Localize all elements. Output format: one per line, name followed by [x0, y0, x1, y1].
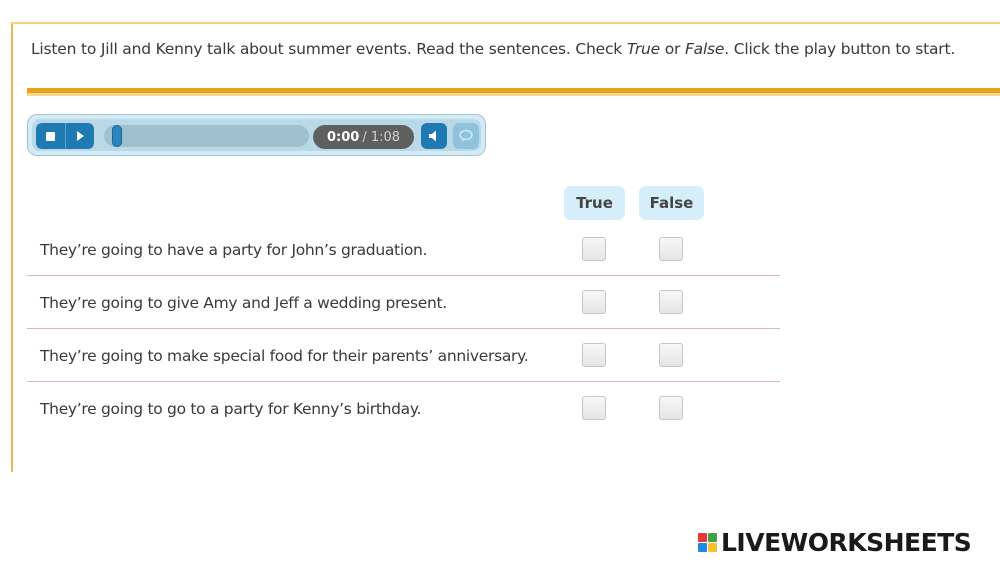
- true-checkbox[interactable]: [582, 396, 606, 420]
- statement-text: They’re going to give Amy and Jeff a wed…: [40, 294, 447, 312]
- logo-icon: [698, 533, 717, 552]
- volume-icon: [429, 130, 436, 142]
- instructions-text: Listen to Jill and Kenny talk about summ…: [31, 40, 956, 58]
- logo-text: LIVEWORKSHEETS: [721, 528, 972, 557]
- captions-button[interactable]: [453, 123, 479, 149]
- play-icon: [77, 131, 85, 141]
- liveworksheets-logo: LIVEWORKSHEETS: [698, 528, 972, 557]
- left-frame-border: [11, 22, 13, 472]
- audio-player: 0:00 / 1:08: [27, 114, 486, 156]
- statement-row: They’re going to make special food for t…: [27, 330, 780, 382]
- false-checkbox[interactable]: [659, 237, 683, 261]
- duration: / 1:08: [362, 129, 401, 145]
- top-frame-border: [11, 22, 1000, 24]
- time-display: 0:00 / 1:08: [313, 125, 414, 149]
- play-button[interactable]: [64, 123, 95, 149]
- playback-buttons: [36, 123, 94, 149]
- false-checkbox[interactable]: [659, 290, 683, 314]
- statement-row: They’re going to give Amy and Jeff a wed…: [27, 277, 780, 329]
- column-header-true: True: [564, 186, 625, 220]
- true-checkbox[interactable]: [582, 343, 606, 367]
- true-checkbox[interactable]: [582, 290, 606, 314]
- true-checkbox[interactable]: [582, 237, 606, 261]
- false-checkbox[interactable]: [659, 343, 683, 367]
- statement-text: They’re going to have a party for John’s…: [40, 241, 428, 259]
- statement-row: They’re going to go to a party for Kenny…: [27, 383, 780, 435]
- statement-text: They’re going to make special food for t…: [40, 347, 529, 365]
- column-header-false: False: [639, 186, 704, 220]
- stop-icon: [45, 131, 55, 141]
- captions-icon: [459, 129, 473, 142]
- row-divider: [27, 381, 780, 382]
- current-time: 0:00: [326, 129, 360, 145]
- row-divider: [27, 275, 780, 276]
- instructions-divider-shadow: [27, 93, 1000, 96]
- progress-track[interactable]: [104, 125, 309, 147]
- row-divider: [27, 328, 780, 329]
- stop-button[interactable]: [36, 123, 65, 149]
- volume-button[interactable]: [421, 123, 447, 149]
- progress-handle[interactable]: [112, 125, 122, 147]
- statement-row: They’re going to have a party for John’s…: [27, 224, 780, 276]
- statement-text: They’re going to go to a party for Kenny…: [40, 400, 422, 418]
- false-checkbox[interactable]: [659, 396, 683, 420]
